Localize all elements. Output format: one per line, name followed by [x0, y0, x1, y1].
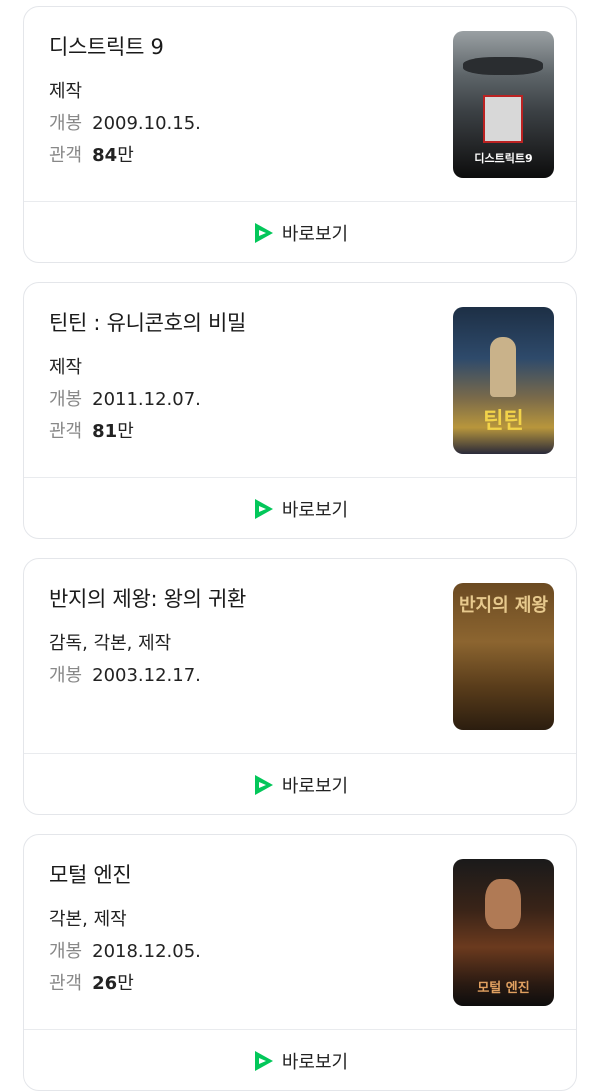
poster-title: 디스트릭트9	[474, 152, 533, 165]
audience-unit: 만	[117, 421, 134, 442]
release-row: 개봉 2011.12.07.	[49, 385, 201, 411]
release-date: 2011.12.07.	[92, 389, 201, 410]
movie-card: 디스트릭트 9 제작 개봉 2009.10.15. 관객 84만 디스트릭트9 바로…	[23, 6, 577, 263]
watch-button[interactable]: 바로보기	[24, 478, 576, 538]
audience-label: 관객	[49, 973, 83, 994]
movie-poster[interactable]: 틴틴	[453, 307, 554, 454]
audience-unit: 만	[117, 973, 134, 994]
movie-poster[interactable]: 디스트릭트9	[453, 31, 554, 178]
release-row: 개봉 2018.12.05.	[49, 937, 201, 963]
audience-label: 관객	[49, 421, 83, 442]
movie-card: 반지의 제왕: 왕의 귀환 감독, 각본, 제작 개봉 2003.12.17. 반…	[23, 558, 577, 815]
audience-count: 81	[92, 421, 118, 442]
watch-button[interactable]: 바로보기	[24, 754, 576, 814]
release-label: 개봉	[49, 665, 83, 686]
audience-count: 84	[92, 145, 118, 166]
movie-role: 제작	[49, 357, 83, 378]
watch-label: 바로보기	[281, 224, 349, 245]
play-icon	[254, 1051, 273, 1071]
play-icon	[254, 223, 273, 243]
movie-title[interactable]: 디스트릭트 9	[49, 31, 164, 61]
release-date: 2009.10.15.	[92, 113, 201, 134]
watch-label: 바로보기	[281, 776, 349, 797]
play-icon	[254, 775, 273, 795]
release-row: 개봉 2003.12.17.	[49, 661, 201, 687]
release-row: 개봉 2009.10.15.	[49, 109, 201, 135]
audience-label: 관객	[49, 145, 83, 166]
poster-title: 틴틴	[483, 409, 524, 434]
audience-unit: 만	[117, 145, 134, 166]
poster-title: 모털 엔진	[477, 981, 530, 996]
movie-poster[interactable]: 반지의 제왕	[453, 583, 554, 730]
audience-row: 관객 84만	[49, 141, 134, 167]
movie-title[interactable]: 반지의 제왕: 왕의 귀환	[49, 583, 246, 613]
release-label: 개봉	[49, 113, 83, 134]
poster-title: 반지의 제왕	[458, 595, 549, 616]
release-label: 개봉	[49, 941, 83, 962]
audience-row: 관객 81만	[49, 417, 134, 443]
play-icon	[254, 499, 273, 519]
movie-role: 각본, 제작	[49, 909, 127, 930]
movie-role: 제작	[49, 81, 83, 102]
movie-card: 틴틴 : 유니콘호의 비밀 제작 개봉 2011.12.07. 관객 81만 틴틴 …	[23, 282, 577, 539]
movie-poster[interactable]: 모털 엔진	[453, 859, 554, 1006]
movie-card: 모털 엔진 각본, 제작 개봉 2018.12.05. 관객 26만 모털 엔진 바…	[23, 834, 577, 1091]
watch-button[interactable]: 바로보기	[24, 1030, 576, 1090]
audience-count: 26	[92, 973, 118, 994]
watch-label: 바로보기	[281, 500, 349, 521]
movie-role: 감독, 각본, 제작	[49, 633, 172, 654]
release-date: 2018.12.05.	[92, 941, 201, 962]
movie-title[interactable]: 모털 엔진	[49, 859, 132, 889]
audience-row: 관객 26만	[49, 969, 134, 995]
release-label: 개봉	[49, 389, 83, 410]
watch-label: 바로보기	[281, 1052, 349, 1073]
release-date: 2003.12.17.	[92, 665, 201, 686]
watch-button[interactable]: 바로보기	[24, 202, 576, 262]
movie-title[interactable]: 틴틴 : 유니콘호의 비밀	[49, 307, 246, 337]
